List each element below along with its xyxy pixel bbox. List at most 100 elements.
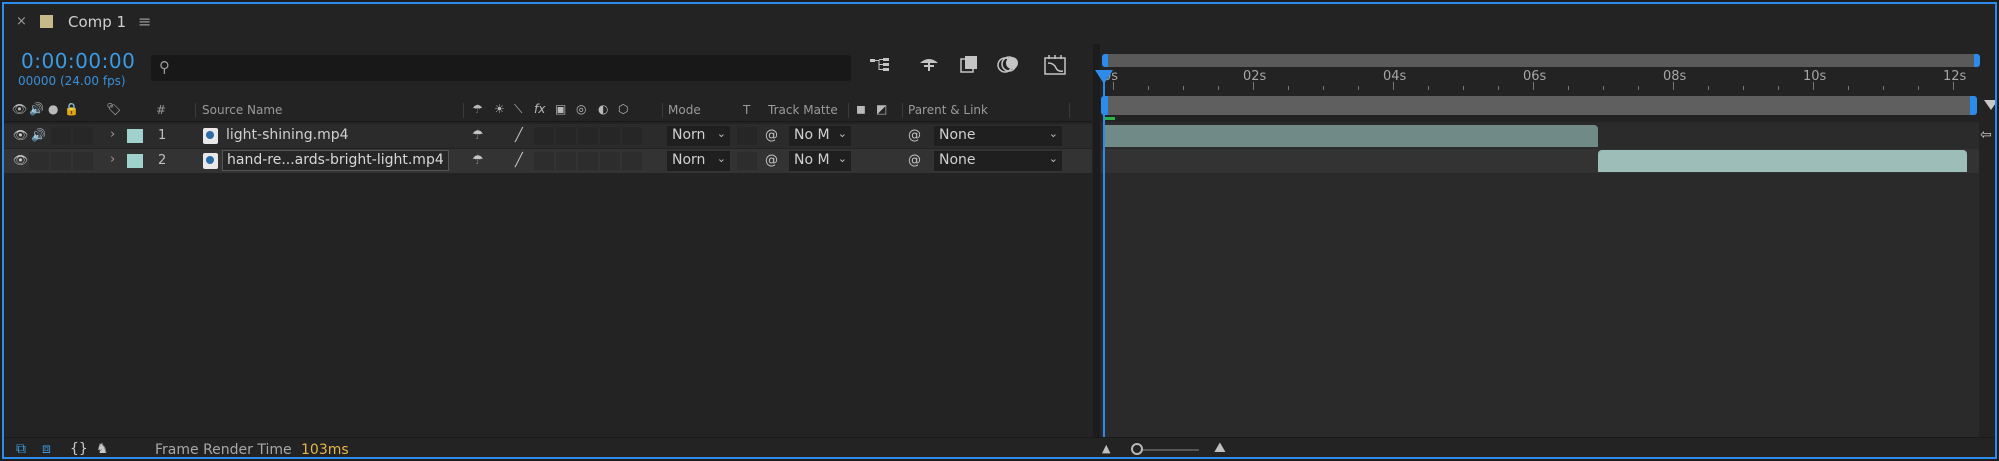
shy-switch-icon[interactable]: ☂ [472,128,484,143]
work-area-bar[interactable] [1101,96,1977,115]
zoom-out-icon[interactable]: ▲ [1102,442,1110,455]
current-timecode[interactable]: 0:00:00:00 [21,49,135,73]
zoom-slider-handle[interactable] [1131,443,1143,455]
tab-comp-1[interactable]: Comp 1 [68,13,126,31]
layer-name[interactable]: hand-re...ards-bright-light.mp4 [222,150,449,171]
label-header-icon[interactable]: 🏷 [106,102,121,116]
ruler-tick [1218,86,1219,90]
in-out-toggle-icon[interactable]: {} [70,441,88,457]
effects-switch[interactable] [534,152,554,170]
index-column-header: # [156,103,167,117]
twirl-expand-icon[interactable]: › [110,127,115,142]
3d-layer-header-icon[interactable]: ⬡ [618,102,628,116]
frame-blending-icon[interactable] [955,54,983,80]
track-matte-value: No M [794,127,830,143]
adjustment-switch[interactable] [600,127,620,145]
lock-toggle[interactable] [73,152,93,170]
source-name-column-header[interactable]: Source Name [202,103,282,117]
track-matte-dropdown[interactable]: No M ⌄ [789,126,851,146]
audio-toggle[interactable] [29,152,49,170]
parent-pickwhip-icon[interactable]: @ [908,128,921,143]
search-input[interactable]: ⚲ [151,55,851,81]
graph-editor-icon[interactable] [1041,54,1069,80]
adjustment-switch[interactable] [600,152,620,170]
frame-blend-header-icon[interactable]: ▣ [555,102,566,116]
lock-toggle[interactable] [73,127,93,145]
preserve-transparency-toggle[interactable] [737,152,757,170]
track-matte-dropdown[interactable]: No M ⌄ [789,151,851,171]
matte-invert-header-icon[interactable]: ◩ [876,102,887,116]
layer-row[interactable]: 👁 › 2 hand-re...ards-bright-light.mp4 ☂ … [4,149,1092,173]
track-matte-pickwhip-icon[interactable]: @ [765,153,778,168]
audio-switch-header-icon[interactable]: 🔊 [29,102,44,116]
effects-header-icon[interactable]: fx [534,102,545,116]
shy-switch-icon[interactable]: ☂ [472,153,484,168]
video-visibility-icon[interactable]: 👁 [13,153,28,167]
column-separator [662,103,663,118]
layer-switches-toggle-icon[interactable]: ⧉ [16,441,26,457]
comp-button-icon[interactable]: ⇦ [1980,127,1992,143]
frame-blend-switch[interactable] [556,127,576,145]
ruler-tick [1918,86,1919,90]
motion-blur-switch[interactable] [578,127,598,145]
collapse-header-icon[interactable]: ☀ [494,102,505,116]
layer-name[interactable]: light-shining.mp4 [226,127,349,143]
video-switch-header-icon[interactable]: 👁 [12,102,27,116]
layer-duration-bar[interactable] [1105,125,1598,147]
preserve-transparency-toggle[interactable] [737,127,757,145]
time-ruler[interactable]: 0s 02s 04s 06s 08s 10s 12s [1101,68,1977,90]
effects-switch[interactable] [534,127,554,145]
transfer-controls-toggle-icon[interactable]: ⧈ [42,441,51,457]
adjustment-header-icon[interactable]: ◐ [598,102,608,116]
layer-duration-bar[interactable] [1598,150,1967,172]
shy-header-icon[interactable]: ☂ [472,102,483,116]
solo-toggle[interactable] [51,127,71,145]
composition-mini-flowchart-icon[interactable] [866,54,894,80]
zoom-slider[interactable] [1139,449,1199,451]
blend-mode-dropdown[interactable]: Norn ⌄ [667,126,730,146]
ruler-tick [1708,86,1709,90]
comp-marker-bin-icon[interactable] [1984,100,1995,110]
motion-blur-switch[interactable] [578,152,598,170]
render-time-toggle-icon[interactable]: ♞ [96,441,109,457]
audio-toggle-icon[interactable]: 🔊 [31,128,46,142]
panel-splitter[interactable] [1093,44,1100,437]
trkmat-t-column-header[interactable]: T [743,103,750,117]
ruler-tick [1568,86,1569,90]
parent-dropdown[interactable]: None ⌄ [934,126,1062,146]
layer-label-color[interactable] [127,129,143,143]
chevron-down-icon: ⌄ [837,152,847,165]
tab-bar: × Comp 1 ≡ [4,4,1995,44]
layer-label-color[interactable] [127,154,143,168]
parent-dropdown[interactable]: None ⌄ [934,151,1062,171]
3d-switch[interactable] [622,152,642,170]
frame-blend-switch[interactable] [556,152,576,170]
draft-3d-icon[interactable] [915,54,943,80]
mode-column-header[interactable]: Mode [668,103,701,117]
lock-header-icon[interactable]: 🔒 [64,102,79,116]
playhead-handle-icon[interactable] [1095,70,1113,84]
panel-menu-icon[interactable]: ≡ [138,12,151,31]
current-time-indicator[interactable] [1103,76,1105,437]
motion-blur-header-icon[interactable]: ◎ [576,102,586,116]
video-visibility-icon[interactable]: 👁 [13,128,28,142]
chevron-down-icon: ⌄ [716,152,726,165]
solo-header-icon[interactable]: ● [48,102,58,116]
blend-mode-dropdown[interactable]: Norn ⌄ [667,151,730,171]
quality-header-icon[interactable]: ⟍ [514,102,522,117]
parent-pickwhip-icon[interactable]: @ [908,153,921,168]
close-tab-icon[interactable]: × [16,14,27,29]
solo-toggle[interactable] [51,152,71,170]
quality-switch-icon[interactable]: ╱ [515,153,523,168]
layer-row[interactable]: 👁 🔊 › 1 light-shining.mp4 ☂ ╱ Norn ⌄ @ No… [4,124,1092,148]
3d-switch[interactable] [622,127,642,145]
time-navigator[interactable] [1102,54,1980,67]
quality-switch-icon[interactable]: ╱ [515,128,523,143]
motion-blur-icon[interactable] [994,54,1022,80]
matte-alpha-header-icon[interactable]: ◼ [856,102,866,116]
twirl-expand-icon[interactable]: › [110,152,115,167]
track-matte-column-header[interactable]: Track Matte [768,103,838,117]
track-matte-pickwhip-icon[interactable]: @ [765,128,778,143]
parent-link-column-header[interactable]: Parent & Link [908,103,988,117]
zoom-in-icon[interactable]: ⛰ [1214,440,1226,456]
